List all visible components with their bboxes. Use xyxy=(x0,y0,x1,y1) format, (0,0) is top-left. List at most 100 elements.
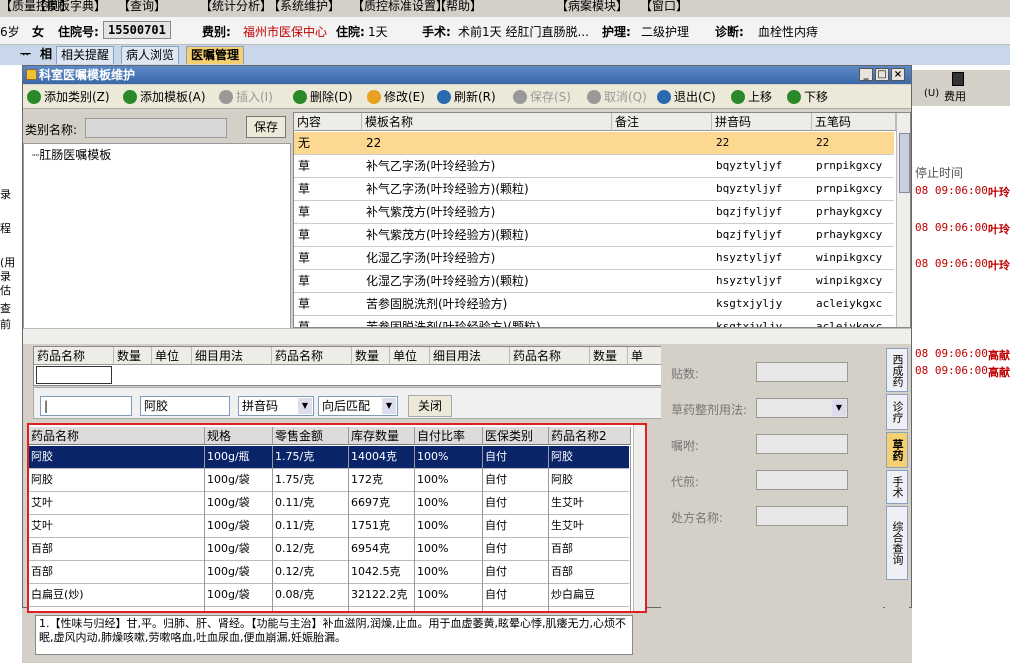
order-column-header[interactable]: 药品名称 xyxy=(34,347,114,365)
scroll-thumb[interactable] xyxy=(899,133,910,193)
category-name-input[interactable] xyxy=(85,118,227,138)
menu-item[interactable]: 【系统维护】 xyxy=(268,0,340,14)
tree-item-anorectal-template[interactable]: ┈肛肠医嘱模板 xyxy=(32,146,111,163)
template-cell: 草 xyxy=(298,228,311,242)
order-column-header[interactable]: 数量 xyxy=(590,347,628,365)
drug-row[interactable]: 白扁豆(炒)100g/袋0.08/克1252克100%自付炒白扁豆 xyxy=(29,607,631,611)
menu-item[interactable]: 【模板字典】 xyxy=(34,0,106,14)
search-input-left[interactable]: | xyxy=(40,396,132,416)
order-column-header[interactable]: 药品名称 xyxy=(510,347,590,365)
template-cell: 草 xyxy=(298,182,311,196)
template-grid-scrollbar[interactable] xyxy=(896,113,910,327)
template-column-header[interactable]: 拼音码 xyxy=(712,113,812,131)
minimize-button[interactable]: _ xyxy=(859,68,873,81)
menu-item[interactable]: 【病案模块】 xyxy=(556,0,628,14)
form-input[interactable] xyxy=(756,470,848,490)
toolbar-button[interactable]: 下移 xyxy=(787,88,828,106)
toolbar-button[interactable]: 修改(E) xyxy=(367,88,425,106)
background-label: 录 xyxy=(0,188,11,201)
toolbar-button[interactable]: 添加类别(Z) xyxy=(27,88,110,106)
search-mode-select[interactable]: 拼音码 ▼ xyxy=(238,396,314,416)
template-row[interactable]: 草 补气紫茂方(叶玲经验方) bqzjfyljyf prhaykgxcy xyxy=(294,201,894,224)
order-type-tab[interactable]: 综合查询 xyxy=(886,506,908,580)
drug-row[interactable]: 阿胶 100g/袋 1.75/克 172克 100% 自付 阿胶 xyxy=(29,469,631,492)
drug-name-edit-cell[interactable] xyxy=(36,366,112,384)
drug-search-bar: | 阿胶 拼音码 ▼ 向后匹配 ▼ 关闭 xyxy=(33,387,663,419)
template-row[interactable]: 草 补气乙字汤(叶玲经验方) bqyztyljyf prnpikgxcy xyxy=(294,155,894,178)
toolbar-button[interactable]: 刷新(R) xyxy=(437,88,496,106)
template-row[interactable]: 草 补气紫茂方(叶玲经验方)(颗粒) bqzjfyljyf prhaykgxcy xyxy=(294,224,894,247)
order-type-tab[interactable]: 手术 xyxy=(886,470,908,504)
herbal-prescription-form: 贴数: 草药整剂用法: ▼ 嘱咐: 代煎: 处方名称: xyxy=(661,346,883,608)
drug-cell: 100% xyxy=(415,492,483,515)
drug-row[interactable]: 百部 100g/袋 0.12/克 6954克 100% 自付 百部 xyxy=(29,538,631,561)
template-row[interactable]: 草 化湿乙字汤(叶玲经验方) hsyztyljyf winpikgxcy xyxy=(294,247,894,270)
drug-search-input[interactable]: 阿胶 xyxy=(140,396,230,416)
template-row[interactable]: 草 苦参固脱洗剂(叶玲经验方)(颗粒) ksgtxjyljy acleiykgxc xyxy=(294,316,894,327)
toolbar-button[interactable]: 添加模板(A) xyxy=(123,88,206,106)
order-column-header[interactable]: 细目用法 xyxy=(192,347,272,365)
menu-item[interactable]: 【统计分析】 xyxy=(200,0,272,14)
order-column-header[interactable]: 细目用法 xyxy=(430,347,510,365)
drug-column-header[interactable]: 零售金额 xyxy=(273,427,349,445)
template-column-header[interactable]: 内容 xyxy=(294,113,362,131)
drug-cell: 0.11/克 xyxy=(273,515,349,538)
order-column-header[interactable]: 单位 xyxy=(390,347,430,365)
template-column-header[interactable]: 备注 xyxy=(612,113,712,131)
order-column-header[interactable]: 单位 xyxy=(152,347,192,365)
order-doctor: 叶玲 xyxy=(988,186,1010,199)
maximize-button[interactable]: □ xyxy=(875,68,889,81)
drug-column-header[interactable]: 库存数量 xyxy=(349,427,415,445)
order-type-tab[interactable]: 西成药 xyxy=(886,348,908,392)
form-input[interactable] xyxy=(756,434,848,454)
template-row[interactable]: 草 补气乙字汤(叶玲经验方)(颗粒) bqyztyljyf prnpikgxcy xyxy=(294,178,894,201)
template-cell: prhaykgxcy xyxy=(816,205,883,218)
tab-patient-browse[interactable]: 病人浏览 xyxy=(121,46,180,64)
form-input[interactable] xyxy=(756,362,848,382)
template-column-header[interactable]: 模板名称 xyxy=(362,113,612,131)
order-column-header[interactable]: 单 xyxy=(628,347,664,365)
template-cell: 化湿乙字汤(叶玲经验方)(颗粒) xyxy=(366,274,529,288)
drug-cell: 自付 xyxy=(483,469,549,492)
order-column-header[interactable]: 药品名称 xyxy=(272,347,352,365)
drug-column-header[interactable]: 规格 xyxy=(205,427,273,445)
drug-row[interactable]: 阿胶 100g/瓶 1.75/克 14004克 100% 自付 阿胶 xyxy=(29,446,631,469)
category-save-button[interactable]: 保存 xyxy=(246,116,286,138)
template-row[interactable]: 草 苦参固脱洗剂(叶玲经验方) ksgtxjyljy acleiykgxc xyxy=(294,293,894,316)
template-column-header[interactable]: 五笔码 xyxy=(812,113,896,131)
tab-related-reminder[interactable]: 相关提醒 xyxy=(56,46,115,64)
close-window-button[interactable]: × xyxy=(891,68,905,81)
menu-item[interactable]: 【查询】 xyxy=(118,0,166,14)
drug-column-header[interactable]: 自付比率 xyxy=(415,427,483,445)
toolbar-button[interactable]: 退出(C) xyxy=(657,88,716,106)
form-input[interactable]: ▼ xyxy=(756,398,848,418)
menu-item[interactable]: 【帮助】 xyxy=(434,0,482,14)
template-row[interactable]: 无 22 22 22 xyxy=(294,132,894,155)
drug-cell: 100g/袋 xyxy=(205,492,273,515)
drug-row[interactable]: 百部 100g/袋 0.12/克 1042.5克 100% 自付 百部 xyxy=(29,561,631,584)
pin-icon[interactable]: ᅲ xyxy=(20,46,31,64)
order-column-header[interactable]: 数量 xyxy=(114,347,152,365)
drug-column-header[interactable]: 药品名称 xyxy=(29,427,205,445)
drug-results-scrollbar[interactable] xyxy=(633,425,645,611)
drug-row[interactable]: 艾叶 100g/袋 0.11/克 1751克 100% 自付 生艾叶 xyxy=(29,515,631,538)
menu-item[interactable]: 【窗口】 xyxy=(640,0,688,14)
order-column-header[interactable]: 数量 xyxy=(352,347,390,365)
toolbar-button[interactable]: 删除(D) xyxy=(293,88,353,106)
fee-button[interactable]: (U) 费用 xyxy=(912,70,1010,106)
order-type-tab[interactable]: 诊疗 xyxy=(886,394,908,430)
template-cell: prnpikgxcy xyxy=(816,182,883,195)
drug-column-header[interactable]: 药品名称2 xyxy=(549,427,631,445)
tab-xiang[interactable]: 相 xyxy=(36,46,56,64)
tab-order-management[interactable]: 医嘱管理 xyxy=(186,46,245,64)
drug-row[interactable]: 白扁豆(炒) 100g/袋 0.08/克 32122.2克 100% 自付 炒白扁豆 xyxy=(29,584,631,607)
order-type-tab[interactable]: 草药 xyxy=(886,432,908,468)
form-input[interactable] xyxy=(756,506,848,526)
template-row[interactable]: 草 化湿乙字汤(叶玲经验方)(颗粒) hsyztyljyf winpikgxcy xyxy=(294,270,894,293)
match-mode-select[interactable]: 向后匹配 ▼ xyxy=(318,396,398,416)
toolbar-button[interactable]: 上移 xyxy=(731,88,772,106)
window-horizontal-scrollbar[interactable] xyxy=(23,328,911,344)
drug-column-header[interactable]: 医保类别 xyxy=(483,427,549,445)
search-close-button[interactable]: 关闭 xyxy=(408,395,452,417)
drug-row[interactable]: 艾叶 100g/袋 0.11/克 6697克 100% 自付 生艾叶 xyxy=(29,492,631,515)
